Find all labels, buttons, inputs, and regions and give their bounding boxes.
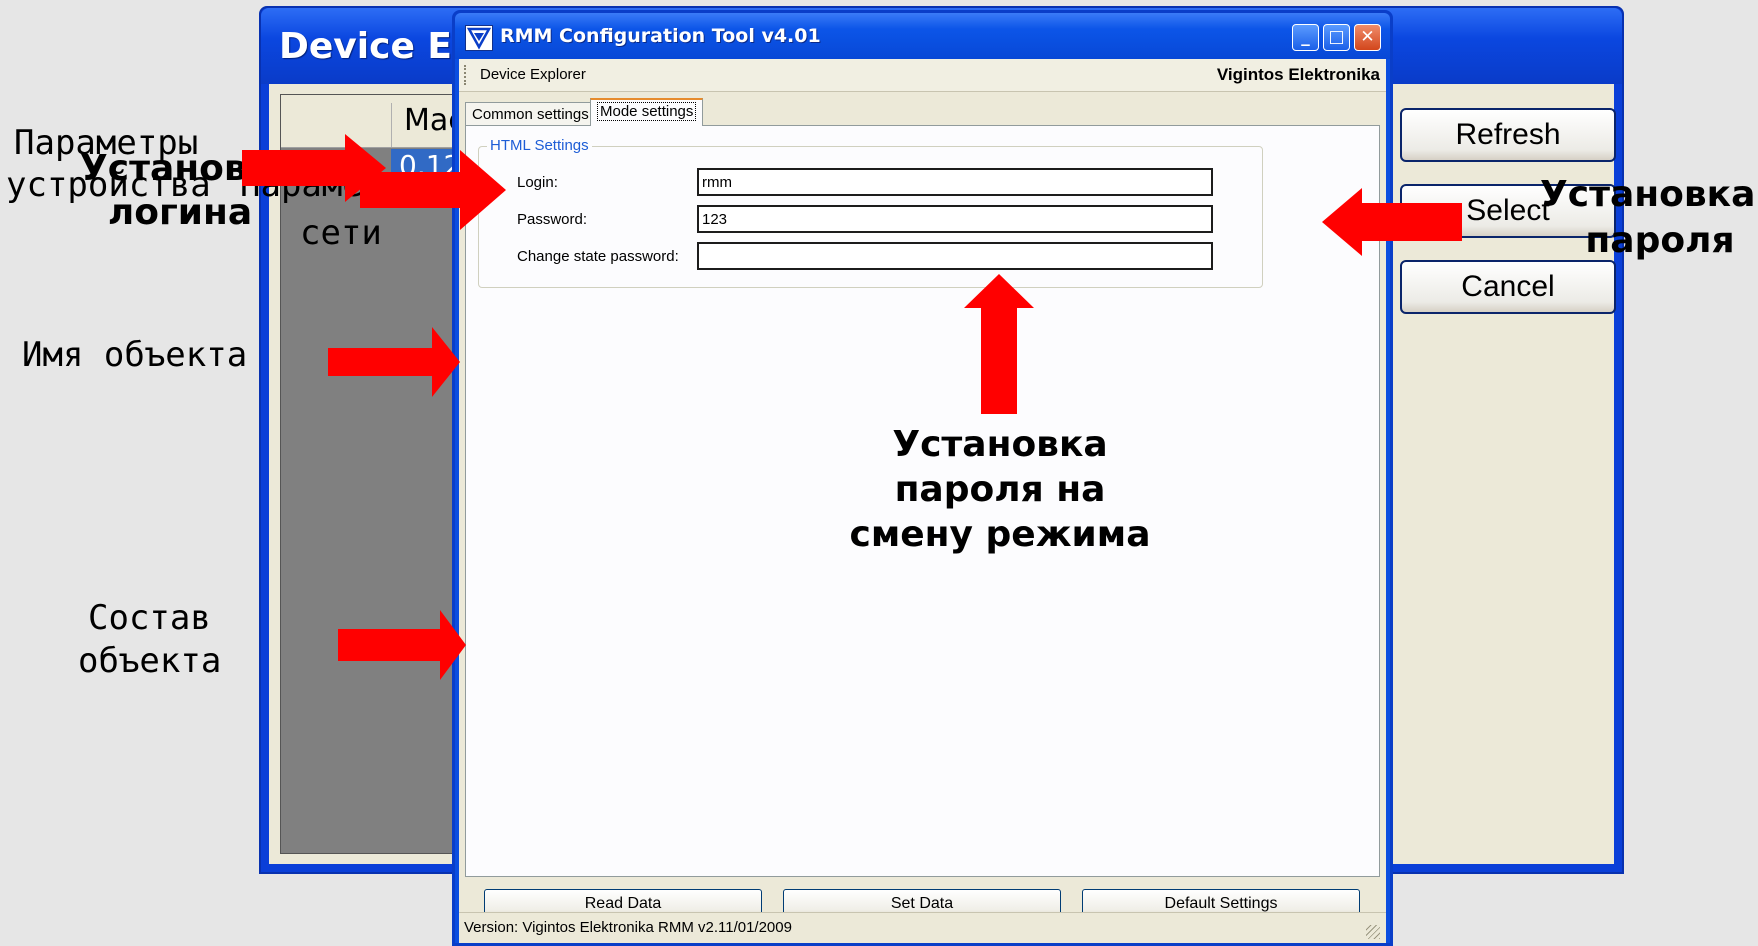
arrow-object-content	[338, 610, 466, 680]
annotation-arrows	[242, 134, 1462, 680]
arrow-login	[360, 150, 506, 230]
arrow-object-name	[328, 327, 460, 397]
arrow-password	[1322, 188, 1462, 256]
arrow-mode-password-up	[964, 274, 1034, 414]
